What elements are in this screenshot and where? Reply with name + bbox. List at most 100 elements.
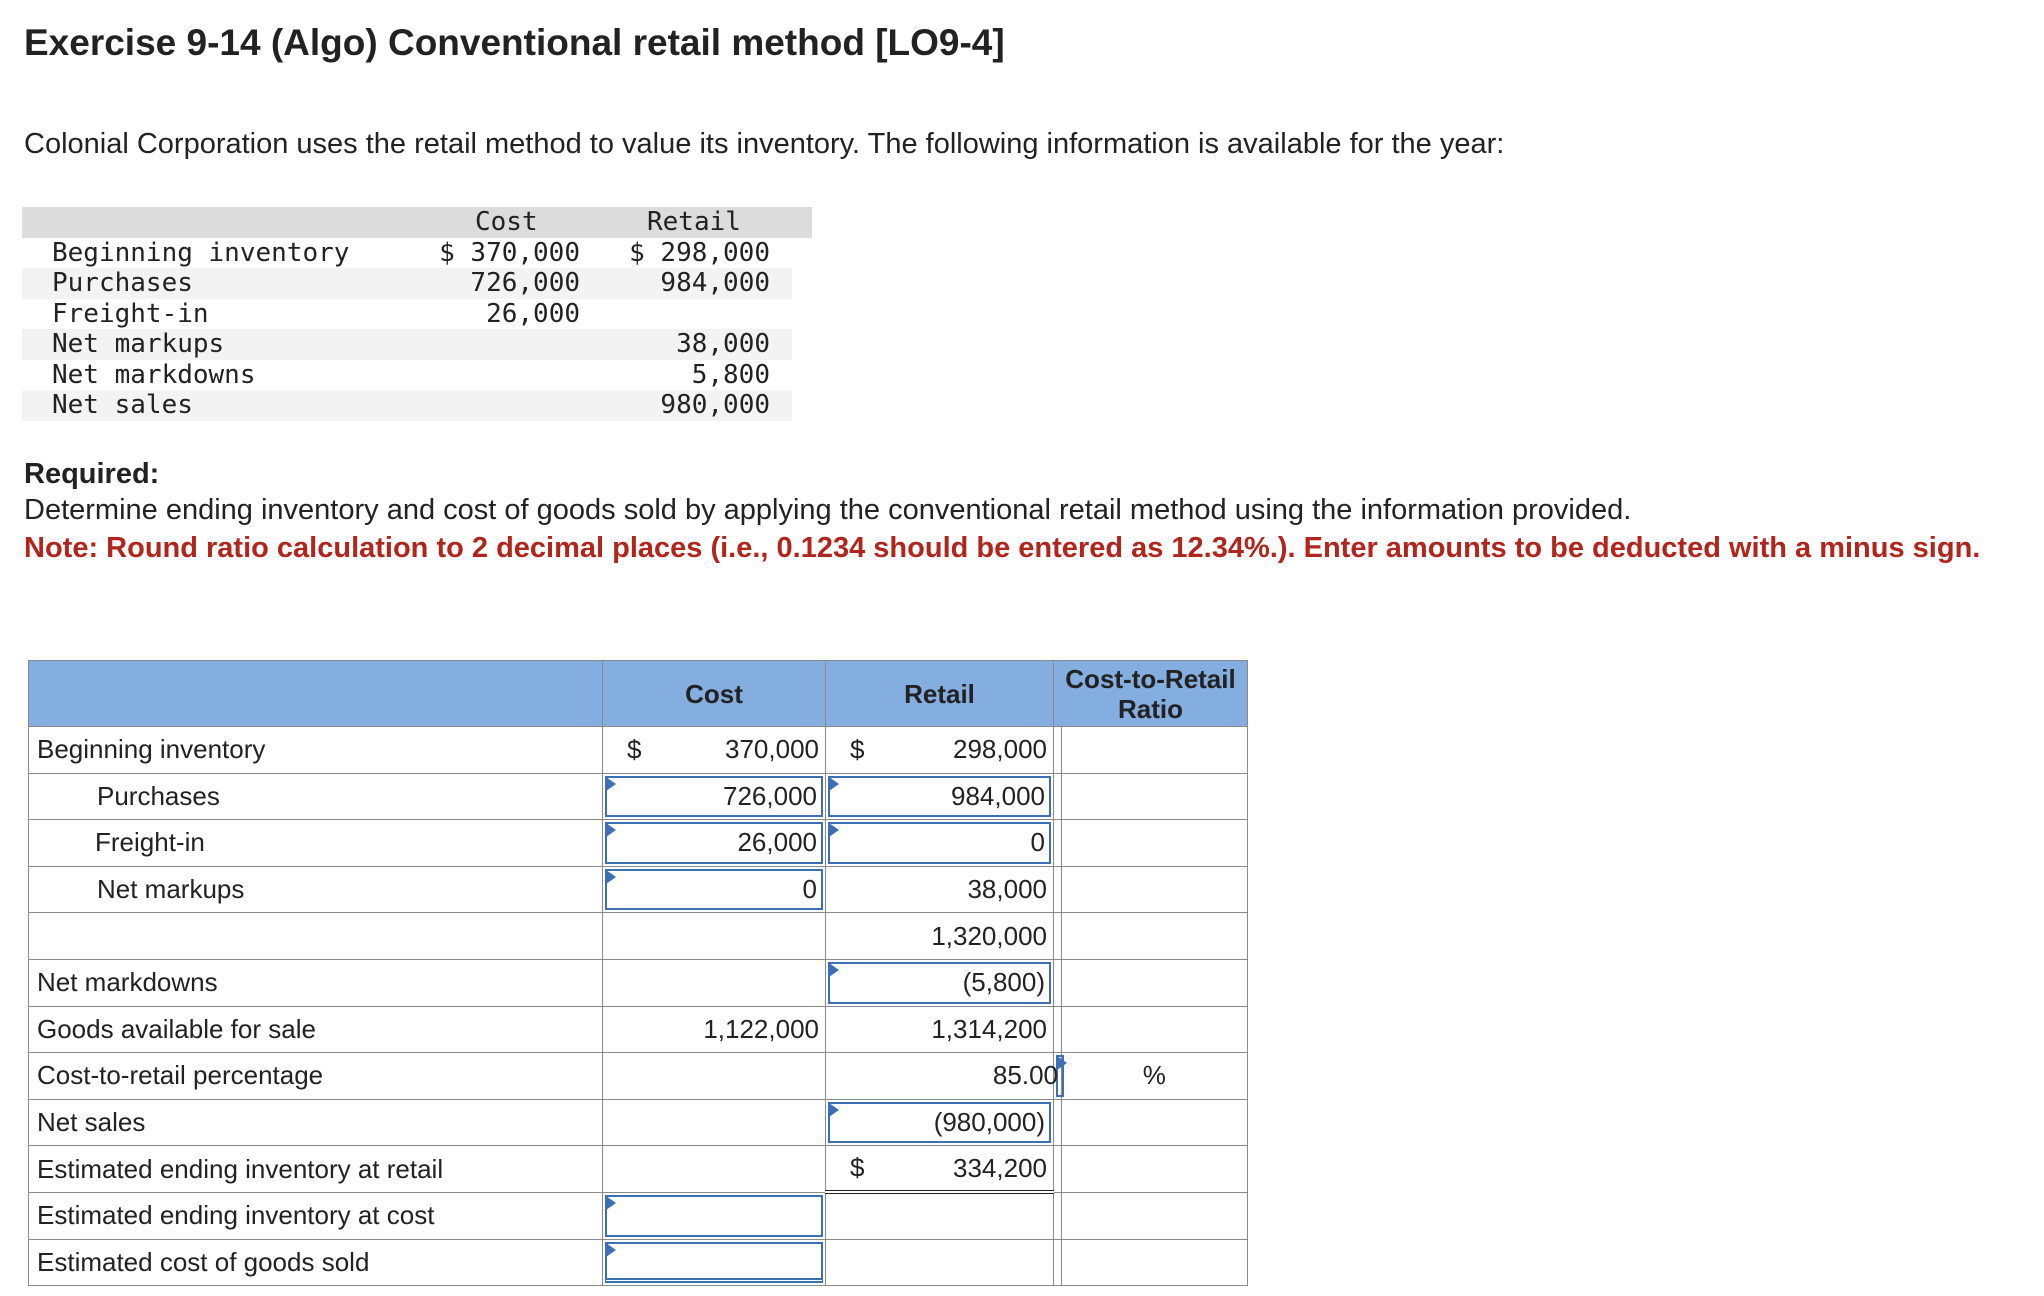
ratio-input-value: 85.00 (992, 1060, 1058, 1091)
required-text: Determine ending inventory and cost of g… (24, 494, 1632, 526)
given-cost: $ 370,000 (439, 237, 580, 268)
retail-cell: 984,000 (825, 772, 1054, 821)
page-title: Exercise 9-14 (Algo) Conventional retail… (24, 22, 1005, 63)
cost-cell: 726,000 (602, 772, 826, 821)
cost-cell (602, 1098, 826, 1147)
given-row: Net markups 38,000 (22, 329, 822, 360)
ratio-cell (1053, 958, 1062, 1007)
flag-marker-icon (606, 1242, 616, 1257)
retail-cell: $ 298,000 (825, 726, 1054, 774)
table-row: Cost-to-retail percentage 85.00 % (28, 1052, 1249, 1100)
given-retail: 5,800 (691, 359, 770, 390)
retail-cell: 1,314,200 (825, 1005, 1054, 1054)
retail-cell (825, 1238, 1054, 1287)
retail-input-value: (5,800) (962, 967, 1045, 998)
currency-symbol: $ (850, 734, 865, 765)
table-row: Estimated cost of goods sold (28, 1238, 1249, 1287)
flag-marker-icon (829, 776, 839, 791)
cost-input[interactable]: 726,000 (605, 775, 823, 818)
retail-input[interactable]: (980,000) (828, 1101, 1051, 1144)
retail-cell: 0 (825, 819, 1054, 867)
given-row: Net markdowns 5,800 (22, 360, 822, 391)
flag-marker-icon (606, 869, 616, 884)
table-row: Purchases 726,000 984,000 (28, 772, 1249, 821)
table-row: Freight-in 26,000 0 (28, 819, 1249, 867)
currency-symbol: $ (627, 734, 642, 765)
retail-cell: (5,800) (825, 958, 1054, 1007)
retail-cell: 1,320,000 (825, 912, 1054, 960)
pct-cell (1060, 772, 1249, 821)
row-label: Beginning inventory (28, 726, 603, 774)
currency-symbol: $ (850, 1152, 865, 1183)
cost-cell: $ 370,000 (602, 726, 826, 774)
ratio-cell: 85.00 (993, 1052, 1067, 1100)
cost-cell (602, 1145, 826, 1193)
header-retail: Retail (825, 660, 1054, 727)
row-label: Freight-in (28, 819, 603, 867)
pct-cell (1060, 865, 1249, 914)
ratio-cell (1053, 1191, 1062, 1240)
given-cost: 26,000 (486, 298, 580, 329)
given-retail: $ 298,000 (629, 237, 770, 268)
pct-cell: % (1060, 1052, 1249, 1100)
retail-cell: 38,000 (825, 865, 1054, 914)
pct-cell (1060, 1005, 1249, 1054)
cost-cell (602, 912, 826, 960)
cost-input[interactable]: 26,000 (605, 822, 823, 864)
percent-symbol: % (1142, 1060, 1166, 1091)
given-label: Net markups (52, 329, 225, 359)
table-row: Estimated ending inventory at retail $ 3… (28, 1145, 1249, 1195)
retail-value: 1,320,000 (931, 920, 1047, 951)
pct-cell (1060, 1191, 1249, 1240)
given-retail: 38,000 (676, 329, 770, 359)
pct-cell (1060, 819, 1249, 867)
pct-cell (1060, 726, 1249, 774)
row-label: Estimated ending inventory at retail (28, 1145, 603, 1193)
cost-input[interactable] (605, 1194, 823, 1237)
given-row: Beginning inventory $ 370,000 $ 298,000 (22, 238, 822, 269)
retail-cell (825, 1191, 1054, 1240)
cost-cell (602, 1052, 826, 1100)
cost-input-value: 0 (802, 874, 817, 905)
ratio-cell (1053, 772, 1062, 821)
required-note: Note: Round ratio calculation to 2 decim… (24, 532, 1981, 564)
intro-text: Colonial Corporation uses the retail met… (24, 128, 1505, 160)
cost-cell (602, 1238, 826, 1287)
row-label: Purchases (28, 772, 603, 821)
header-cost: Cost (602, 660, 826, 727)
row-label: Estimated ending inventory at cost (28, 1191, 603, 1240)
given-label: Beginning inventory (52, 237, 350, 268)
given-cost: 726,000 (470, 268, 580, 298)
given-row: Freight-in 26,000 (22, 299, 822, 330)
cost-cell: 1,122,000 (602, 1005, 826, 1054)
ratio-cell (1053, 1098, 1062, 1147)
given-row: Purchases 726,000 984,000 (22, 268, 822, 299)
given-label: Freight-in (52, 298, 209, 329)
retail-cell: $ 334,200 (825, 1145, 1054, 1195)
flag-marker-icon (606, 776, 616, 791)
cost-cell (602, 958, 826, 1007)
flag-marker-icon (829, 1102, 839, 1117)
cost-value: 1,122,000 (703, 1013, 819, 1044)
table-row: Net markups 0 38,000 (28, 865, 1249, 914)
table-row: Estimated ending inventory at cost (28, 1191, 1249, 1240)
retail-input[interactable]: (5,800) (828, 961, 1051, 1004)
given-label: Purchases (52, 268, 193, 298)
row-label: Net sales (28, 1098, 603, 1147)
retail-input[interactable]: 984,000 (828, 775, 1051, 818)
given-retail: 980,000 (660, 390, 770, 420)
header-label-cell (28, 660, 603, 727)
row-label: Estimated cost of goods sold (28, 1238, 603, 1287)
ratio-cell (1053, 819, 1062, 867)
flag-marker-icon (829, 962, 839, 977)
pct-cell (1060, 1145, 1249, 1193)
retail-input-value: 0 (1030, 827, 1045, 858)
cost-input[interactable]: 0 (605, 868, 823, 911)
cost-input[interactable] (605, 1241, 823, 1284)
flag-marker-icon (606, 1195, 616, 1210)
cost-cell: 0 (602, 865, 826, 914)
retail-input[interactable]: 0 (828, 822, 1051, 864)
pct-cell (1060, 1238, 1249, 1287)
table-row: Goods available for sale 1,122,000 1,314… (28, 1005, 1249, 1054)
required-heading: Required: (24, 458, 160, 490)
